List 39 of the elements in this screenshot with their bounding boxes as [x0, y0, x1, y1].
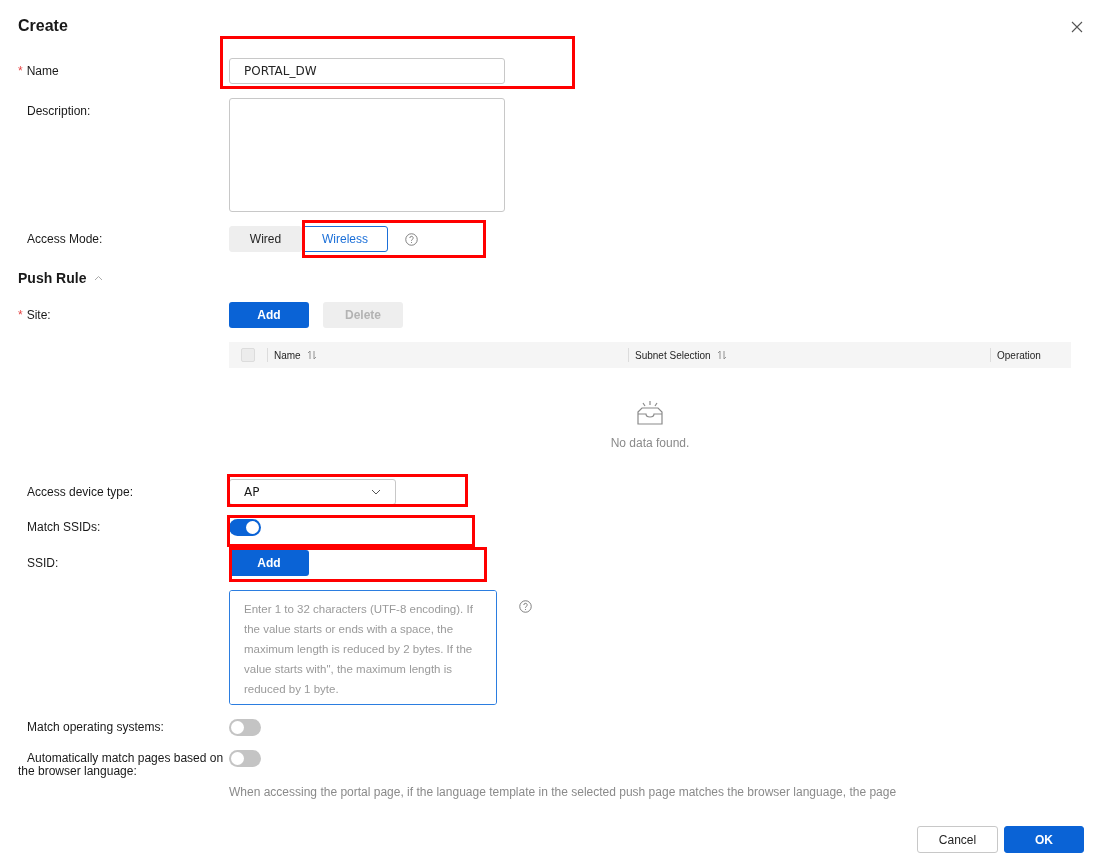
- column-header: Operation: [997, 349, 1041, 361]
- sort-icon[interactable]: [306, 350, 317, 360]
- mode-option[interactable]: Wireless: [302, 226, 388, 252]
- field-label: Match operating systems:: [27, 720, 164, 734]
- toggle-switch[interactable]: [229, 719, 261, 736]
- name-input[interactable]: PORTAL_DW: [229, 58, 505, 84]
- field-label: Access Mode:: [27, 232, 103, 246]
- sort-icon[interactable]: [716, 350, 727, 360]
- add-button[interactable]: Add: [229, 550, 309, 576]
- close-icon[interactable]: [1071, 21, 1083, 33]
- field-label: Access device type:: [27, 485, 134, 499]
- help-icon[interactable]: [519, 600, 532, 613]
- field-label: Match SSIDs:: [27, 520, 101, 534]
- chevron-up-icon[interactable]: [94, 275, 104, 281]
- ok-button[interactable]: OK: [1004, 826, 1084, 853]
- help-icon[interactable]: [405, 232, 418, 246]
- required-mark: *: [18, 308, 23, 322]
- ssid-field[interactable]: Enter 1 to 32 characters (UTF-8 encoding). If the value starts or ends with a space, the maximum length is reduced by 2 bytes. If the value starts with", the maximum length is reduced by 1 byte.: [229, 590, 497, 705]
- chevron-down-icon: [371, 489, 381, 495]
- select-all-checkbox[interactable]: [241, 348, 255, 362]
- field-label: Name: [26, 64, 59, 78]
- column-header[interactable]: Name: [274, 349, 301, 361]
- section-title: Push Rule: [18, 269, 87, 288]
- toggle-switch[interactable]: [229, 519, 261, 536]
- field-label: Description:: [27, 104, 91, 118]
- hint-text: When accessing the portal page, if the language template in the selected push page matches the browser language, the page: [229, 785, 897, 799]
- column-header[interactable]: Subnet Selection: [635, 349, 711, 361]
- required-mark: *: [18, 64, 23, 78]
- description-field[interactable]: [229, 98, 505, 212]
- cancel-button[interactable]: Cancel: [917, 826, 998, 853]
- dialog-title: Create: [18, 16, 68, 36]
- add-button[interactable]: Add: [229, 302, 309, 328]
- field-label: SSID:: [27, 556, 59, 570]
- empty-message: No data found.: [610, 436, 690, 450]
- device-type-select[interactable]: AP: [229, 479, 396, 505]
- toggle-switch[interactable]: [229, 750, 261, 767]
- field-label: Automatically match pages based on the browser language:: [18, 751, 224, 778]
- field-label: Site:: [26, 308, 51, 322]
- mode-option[interactable]: Wired: [229, 226, 302, 252]
